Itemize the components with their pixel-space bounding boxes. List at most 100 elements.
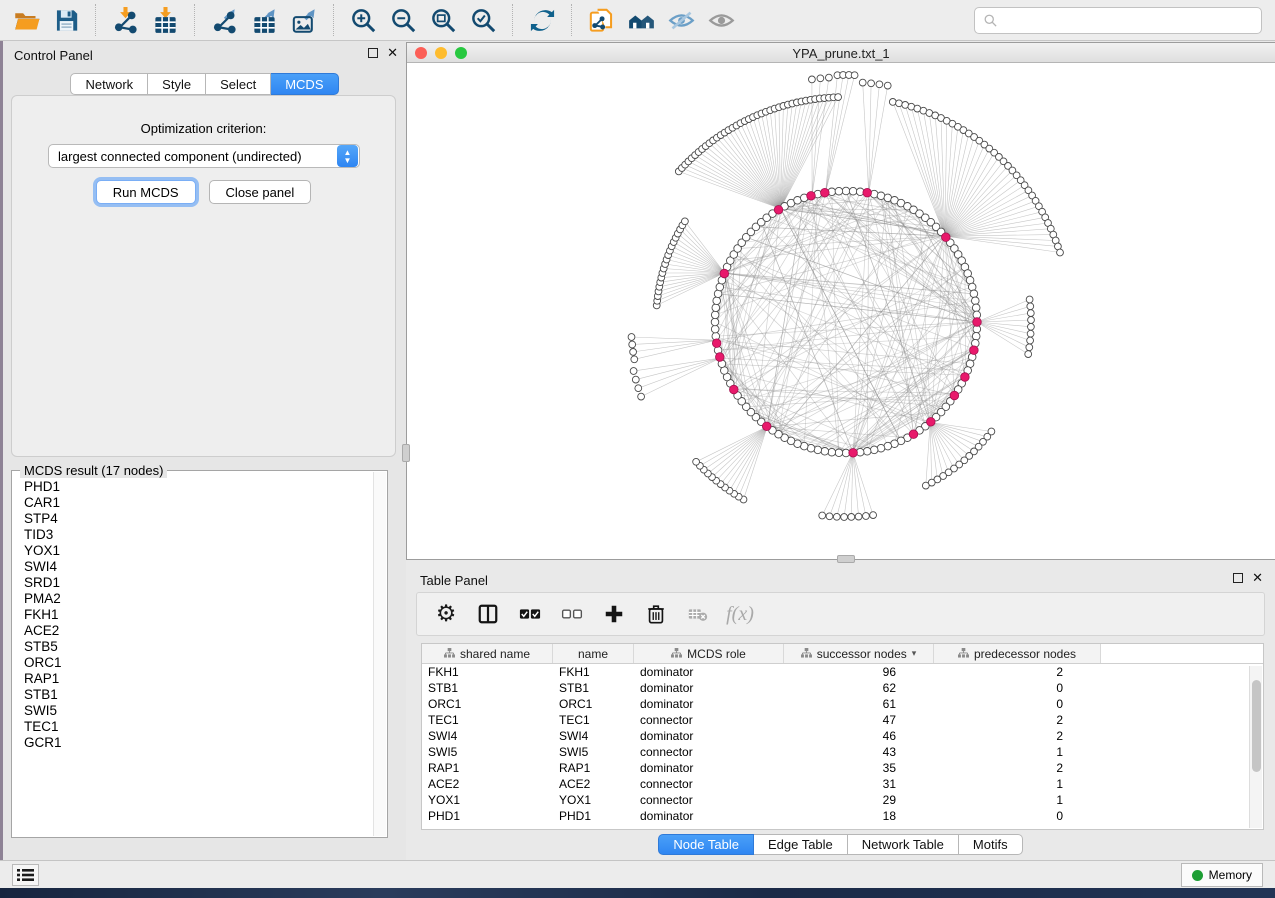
mcds-result-list[interactable]: PHD1CAR1STP4TID3YOX1SWI4SRD1PMA2FKH1ACE2… [12,479,373,835]
zoom-selected-button[interactable] [463,3,503,37]
column-header-MCDS-role[interactable]: MCDS role [634,644,784,663]
run-mcds-button[interactable]: Run MCDS [96,180,196,204]
delete-column-button[interactable] [641,599,671,629]
table-scrollbar[interactable] [1249,666,1262,828]
column-header-name[interactable]: name [553,644,634,663]
export-network-button[interactable] [204,3,244,37]
table-row[interactable]: RAP1RAP1dominator352 [422,760,1263,776]
table-row[interactable]: YOX1YOX1connector291 [422,792,1263,808]
table-row[interactable]: SWI5SWI5connector431 [422,744,1263,760]
tab-mcds[interactable]: MCDS [271,73,338,95]
deselect-all-button[interactable] [557,599,587,629]
cell-successor-nodes: 96 [784,664,934,680]
float-table-panel-icon[interactable] [1233,573,1243,583]
add-column-button[interactable] [599,599,629,629]
column-type-icon [958,648,969,659]
table-row[interactable]: TEC1TEC1connector472 [422,712,1263,728]
cell-shared-name: TEC1 [422,712,553,728]
table-row[interactable]: STB1STB1dominator620 [422,680,1263,696]
zoom-in-button[interactable] [343,3,383,37]
mcds-result-item[interactable]: SWI5 [24,703,373,719]
tab-network-table[interactable]: Network Table [848,834,959,855]
column-header-successor-nodes[interactable]: successor nodes▾ [784,644,934,663]
mcds-result-item[interactable]: FKH1 [24,607,373,623]
mcds-result-item[interactable]: SWI4 [24,559,373,575]
export-table-button[interactable] [244,3,284,37]
tab-select[interactable]: Select [206,73,271,95]
mcds-result-item[interactable]: STB1 [24,687,373,703]
result-scrollbar[interactable] [373,472,386,836]
close-panel-button[interactable]: Close panel [209,180,312,204]
show-all-button[interactable] [701,3,741,37]
cell-name: STB1 [553,680,634,696]
task-history-button[interactable] [12,864,39,886]
tab-edge-table[interactable]: Edge Table [754,834,848,855]
close-table-panel-icon[interactable]: ✕ [1252,573,1263,583]
mcds-result-item[interactable]: TEC1 [24,719,373,735]
table-row[interactable]: SWI4SWI4dominator462 [422,728,1263,744]
criterion-dropdown[interactable]: largest connected component (undirected)… [48,144,360,168]
horizontal-splitter-grip[interactable] [837,555,855,563]
close-panel-icon[interactable]: ✕ [387,48,398,58]
table-settings-button[interactable]: ⚙ [431,599,461,629]
cell-successor-nodes: 62 [784,680,934,696]
toolbar-separator [333,4,334,36]
zoom-out-icon [390,7,417,34]
mcds-result-item[interactable]: PMA2 [24,591,373,607]
zoom-selected-icon [470,7,497,34]
zoom-fit-button[interactable] [423,3,463,37]
tab-style[interactable]: Style [148,73,206,95]
cell-predecessor-nodes: 1 [934,792,1101,808]
export-image-icon [291,7,318,34]
column-header-predecessor-nodes[interactable]: predecessor nodes [934,644,1101,663]
mcds-result-item[interactable]: PHD1 [24,479,373,495]
cell-successor-nodes: 43 [784,744,934,760]
search-input[interactable] [998,10,1261,32]
column-header-shared-name[interactable]: shared name [422,644,553,663]
mcds-result-item[interactable]: ORC1 [24,655,373,671]
zoom-out-button[interactable] [383,3,423,37]
table-row[interactable]: FKH1FKH1dominator962 [422,664,1263,680]
clone-network-button[interactable] [581,3,621,37]
cell-MCDS-role: dominator [634,760,784,776]
save-session-button[interactable] [46,3,86,37]
open-file-icon [13,7,40,34]
import-network-icon [112,7,139,34]
mcds-result-item[interactable]: CAR1 [24,495,373,511]
mcds-result-item[interactable]: RAP1 [24,671,373,687]
network-canvas[interactable] [407,63,1274,559]
mcds-result-item[interactable]: SRD1 [24,575,373,591]
import-network-button[interactable] [105,3,145,37]
mcds-result-item[interactable]: YOX1 [24,543,373,559]
refresh-button[interactable] [522,3,562,37]
open-file-button[interactable] [6,3,46,37]
network-graph[interactable] [407,63,1274,559]
first-neighbors-button[interactable] [621,3,661,37]
mcds-result-item[interactable]: ACE2 [24,623,373,639]
column-chooser-button[interactable] [473,599,503,629]
float-panel-icon[interactable] [368,48,378,58]
plus-icon [603,603,625,625]
hide-selected-button[interactable] [661,3,701,37]
table-row[interactable]: ACE2ACE2connector311 [422,776,1263,792]
select-all-button[interactable] [515,599,545,629]
search-box[interactable] [974,7,1262,34]
mcds-result-item[interactable]: TID3 [24,527,373,543]
table-row[interactable]: ORC1ORC1dominator610 [422,696,1263,712]
save-session-icon [53,7,80,34]
mcds-result-item[interactable]: STP4 [24,511,373,527]
export-image-button[interactable] [284,3,324,37]
tab-network[interactable]: Network [70,73,148,95]
vertical-splitter-grip[interactable] [402,444,410,462]
mcds-result-item[interactable]: STB5 [24,639,373,655]
import-table-button[interactable] [145,3,185,37]
mcds-result-item[interactable]: GCR1 [24,735,373,751]
table-scrollbar-thumb[interactable] [1252,680,1261,772]
network-window-titlebar[interactable]: YPA_prune.txt_1 [407,43,1275,63]
tab-node-table[interactable]: Node Table [658,834,754,855]
table-row[interactable]: PHD1PHD1dominator180 [422,808,1263,824]
cell-MCDS-role: dominator [634,728,784,744]
control-panel-title: Control Panel [14,48,93,63]
tab-motifs[interactable]: Motifs [959,834,1023,855]
memory-button[interactable]: Memory [1181,863,1263,887]
